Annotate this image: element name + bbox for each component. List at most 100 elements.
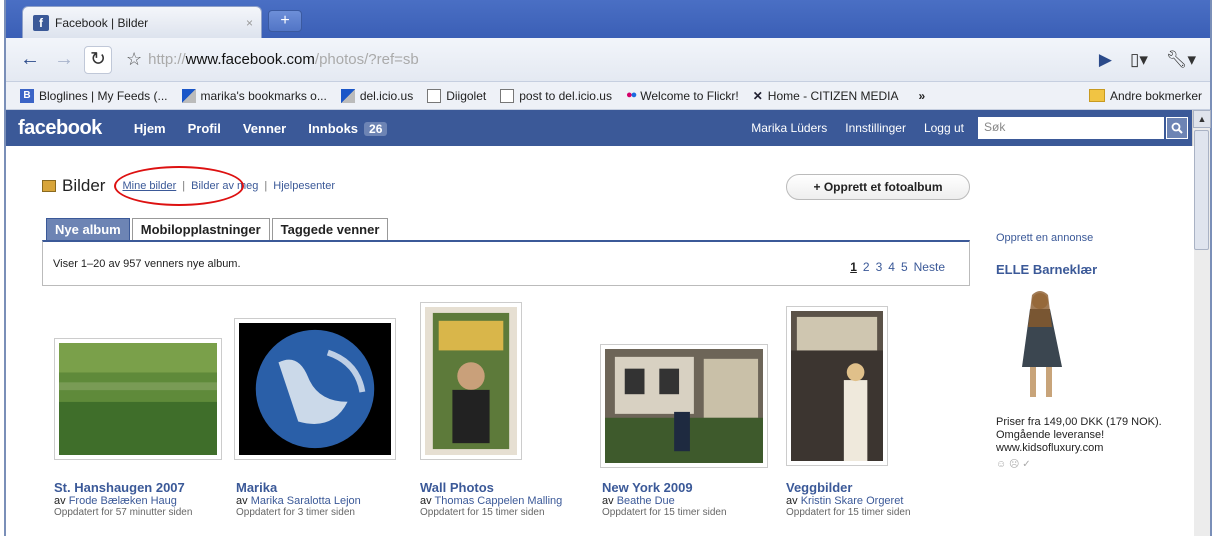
address-bar[interactable]: http://www.facebook.com/photos/?ref=sb — [148, 51, 1099, 68]
reload-icon[interactable]: ↻ — [84, 45, 112, 74]
bookmark-flickr[interactable]: ●● Welcome to Flickr! — [626, 89, 739, 103]
page-3[interactable]: 3 — [876, 260, 883, 274]
tab-strip: f Facebook | Bilder × + — [6, 0, 1210, 38]
ad-image[interactable] — [1000, 287, 1090, 405]
bookmarks-bar: B Bloglines | My Feeds (... marika's book… — [6, 82, 1210, 110]
next-page-link[interactable]: Neste — [914, 260, 945, 274]
page-2[interactable]: 2 — [863, 260, 870, 274]
album-updated: Oppdatert for 3 timer siden — [236, 507, 355, 518]
close-tab-icon[interactable]: × — [246, 16, 253, 30]
album-tabs: Nye album Mobilopplastninger Taggede ven… — [46, 218, 390, 240]
album-updated: Oppdatert for 15 timer siden — [602, 507, 727, 518]
browser-tab[interactable]: f Facebook | Bilder × — [22, 6, 262, 38]
album-card: Wall Photos av Thomas Cappelen Malling O… — [420, 480, 596, 518]
page-icon — [500, 88, 515, 103]
album-card: Veggbilder av Kristin Skare Orgeret Oppd… — [786, 480, 962, 518]
tab-tagged-friends[interactable]: Taggede venner — [271, 218, 389, 240]
ad-title[interactable]: ELLE Barneklær — [996, 262, 1186, 277]
url-host: www.facebook.com — [185, 51, 315, 68]
album-thumbnail[interactable] — [54, 338, 222, 460]
back-arrow-icon[interactable]: ← — [20, 48, 40, 71]
flickr-icon: ●● — [625, 88, 637, 101]
ad-feedback[interactable]: ☺ ☹ ✓ — [996, 459, 1186, 470]
forward-arrow-icon[interactable]: → — [54, 48, 74, 71]
bloglines-icon: B — [20, 88, 34, 103]
page-title: Bilder — [62, 176, 106, 195]
scroll-thumb[interactable] — [1194, 130, 1209, 250]
wrench-menu-icon[interactable]: 🔧︎▾ — [1166, 50, 1196, 70]
tab-new-albums[interactable]: Nye album — [46, 218, 130, 240]
facebook-logo[interactable]: facebook — [18, 117, 102, 140]
bookmark-marikas-bookmarks[interactable]: marika's bookmarks o... — [181, 88, 327, 103]
nav-home[interactable]: Hjem — [134, 121, 166, 136]
create-ad-link[interactable]: Opprett en annonse — [996, 232, 1186, 244]
album-thumbnail[interactable] — [786, 306, 888, 466]
page-1[interactable]: 1 — [850, 260, 857, 274]
vertical-scrollbar[interactable]: ▲ — [1192, 110, 1211, 536]
album-card: Marika av Marika Saralotta Lejon Oppdate… — [236, 480, 412, 518]
scroll-up-icon[interactable]: ▲ — [1193, 110, 1211, 128]
album-owner: av Kristin Skare Orgeret — [786, 495, 904, 507]
album-owner: av Thomas Cappelen Malling — [420, 495, 563, 507]
browser-toolbar: ← → ↻ ☆ http://www.facebook.com/photos/?… — [6, 38, 1210, 82]
album-title[interactable]: Marika — [236, 480, 412, 495]
ad-text: Priser fra 149,00 DKK (179 NOK). Omgåend… — [996, 416, 1162, 454]
album-title[interactable]: Wall Photos — [420, 480, 596, 495]
more-bookmarks-chevron-icon[interactable]: » — [918, 89, 925, 103]
nav-profile[interactable]: Profil — [188, 121, 221, 136]
bookmark-post-to-delicious[interactable]: post to del.icio.us — [500, 88, 612, 103]
album-updated: Oppdatert for 57 minutter siden — [54, 507, 193, 518]
search-icon[interactable] — [1166, 117, 1188, 139]
album-title[interactable]: St. Hanshaugen 2007 — [54, 480, 230, 495]
album-title[interactable]: Veggbilder — [786, 480, 962, 495]
page-menu-icon[interactable]: ▯▾ — [1130, 50, 1148, 70]
play-arrow-icon[interactable]: ▶ — [1099, 50, 1112, 70]
facebook-favicon-icon: f — [33, 14, 49, 31]
photos-icon — [42, 180, 56, 192]
album-card: New York 2009 av Beathe Due Oppdatert fo… — [602, 480, 778, 518]
page-5[interactable]: 5 — [901, 260, 908, 274]
bookmark-star-icon[interactable]: ☆ — [126, 49, 142, 70]
tab-mobile-uploads[interactable]: Mobilopplastninger — [131, 218, 270, 240]
settings-link[interactable]: Innstillinger — [845, 121, 906, 135]
new-tab-button[interactable]: + — [268, 10, 302, 32]
delicious-icon — [181, 88, 196, 103]
bookmark-citizen-media[interactable]: ✕ Home - CITIZEN MEDIA — [753, 89, 899, 103]
search-input[interactable]: Søk — [978, 117, 1164, 139]
bookmark-bloglines[interactable]: B Bloglines | My Feeds (... — [20, 88, 168, 103]
pagination: 1 2 3 4 5 Neste — [850, 260, 945, 274]
nav-inbox[interactable]: Innboks 26 — [308, 121, 388, 136]
url-path: /photos/?ref=sb — [314, 51, 419, 68]
folder-icon — [1088, 89, 1105, 102]
citizen-icon: ✕ — [752, 88, 763, 103]
bookmark-delicious[interactable]: del.icio.us — [340, 88, 413, 103]
tab-title: Facebook | Bilder — [55, 15, 149, 30]
ad-column: Opprett en annonse ELLE Barneklær Priser… — [996, 232, 1186, 470]
other-bookmarks[interactable]: Andre bokmerker — [1088, 89, 1202, 103]
facebook-header: facebook Hjem Profil Venner Innboks 26 Ma… — [6, 110, 1194, 146]
album-count-text: Viser 1–20 av 957 venners nye album. — [53, 258, 241, 270]
main-content: Bilder Mine bilder | Bilder av meg | Hjelpes… — [6, 146, 1194, 536]
album-title[interactable]: New York 2009 — [602, 480, 778, 495]
album-updated: Oppdatert for 15 timer siden — [420, 507, 545, 518]
album-thumbnail[interactable] — [234, 318, 396, 460]
album-owner: av Frode Bælæken Haug — [54, 495, 177, 507]
album-list-header: Viser 1–20 av 957 venners nye album. 1 2… — [42, 240, 970, 286]
logout-link[interactable]: Logg ut — [924, 121, 964, 135]
help-center-link[interactable]: Hjelpesenter — [273, 180, 335, 192]
create-album-button[interactable]: + Opprett et fotoalbum — [786, 174, 970, 200]
page-icon — [427, 88, 442, 103]
user-name-link[interactable]: Marika Lüders — [751, 121, 827, 135]
bookmark-diigolet[interactable]: Diigolet — [427, 88, 486, 103]
annotation-circle — [114, 166, 244, 206]
album-thumbnail[interactable] — [600, 344, 768, 468]
album-thumbnail[interactable] — [420, 302, 522, 460]
url-prefix: http:// — [148, 51, 186, 68]
nav-friends[interactable]: Venner — [243, 121, 286, 136]
page-4[interactable]: 4 — [888, 260, 895, 274]
delicious-icon — [340, 88, 355, 103]
browser-window: f Facebook | Bilder × + ← → ↻ ☆ http://w… — [4, 0, 1212, 536]
album-card: St. Hanshaugen 2007 av Frode Bælæken Hau… — [54, 480, 230, 518]
album-updated: Oppdatert for 15 timer siden — [786, 507, 911, 518]
album-owner: av Marika Saralotta Lejon — [236, 495, 361, 507]
